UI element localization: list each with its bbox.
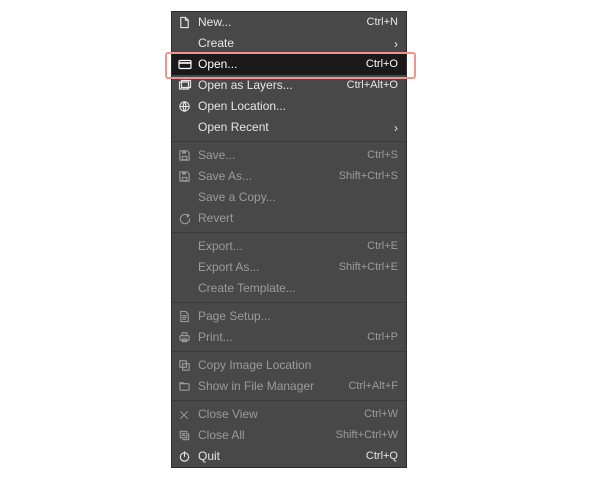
menu-item-label: Open Recent (198, 117, 394, 138)
no-icon (178, 240, 198, 254)
menu-item-label: Page Setup... (198, 306, 398, 327)
location-icon (178, 100, 198, 114)
print-icon (178, 331, 198, 345)
menu-item-label: Create Template... (198, 278, 398, 299)
menu-item-shortcut: Ctrl+N (367, 12, 398, 33)
close-icon (178, 408, 198, 422)
menu-item-label: New... (198, 12, 367, 33)
menu-item: Show in File ManagerCtrl+Alt+F (172, 376, 406, 397)
menu-item-shortcut: Shift+Ctrl+E (339, 257, 398, 278)
menu-item-label: Open as Layers... (198, 75, 347, 96)
menu-item[interactable]: QuitCtrl+Q (172, 446, 406, 467)
menu-item-shortcut: Ctrl+Alt+O (347, 75, 398, 96)
menu-item-label: Create (198, 33, 394, 54)
menu-item-shortcut: Ctrl+W (364, 404, 398, 425)
no-icon (178, 261, 198, 275)
no-icon (178, 282, 198, 296)
menu-item-shortcut: Shift+Ctrl+W (336, 425, 398, 446)
menu-item-shortcut: Ctrl+E (367, 236, 398, 257)
new-doc-icon (178, 16, 198, 30)
menu-item: Export...Ctrl+E (172, 236, 406, 257)
menu-item[interactable]: Open Recent› (172, 117, 406, 138)
open-icon (178, 58, 198, 72)
menu-separator (172, 302, 406, 303)
menu-item: Close AllShift+Ctrl+W (172, 425, 406, 446)
menu-item-shortcut: Shift+Ctrl+S (339, 166, 398, 187)
menu-item-label: Close All (198, 425, 336, 446)
menu-item-label: Save... (198, 145, 367, 166)
menu-item-shortcut: Ctrl+Q (366, 446, 398, 467)
chevron-right-icon: › (394, 122, 398, 134)
menu-item-shortcut: Ctrl+Alt+F (348, 376, 398, 397)
menu-item: Save As...Shift+Ctrl+S (172, 166, 406, 187)
menu-item: Save...Ctrl+S (172, 145, 406, 166)
menu-item-label: Open Location... (198, 96, 398, 117)
menu-item-label: Export As... (198, 257, 339, 278)
menu-separator (172, 351, 406, 352)
menu-item[interactable]: Open...Ctrl+O (172, 54, 406, 75)
menu-item-label: Save a Copy... (198, 187, 398, 208)
menu-item-shortcut: Ctrl+O (366, 54, 398, 75)
no-icon (178, 191, 198, 205)
save-as-icon (178, 170, 198, 184)
menu-item-label: Revert (198, 208, 398, 229)
menu-item-label: Save As... (198, 166, 339, 187)
menu-item: Save a Copy... (172, 187, 406, 208)
chevron-right-icon: › (394, 38, 398, 50)
menu-separator (172, 232, 406, 233)
menu-item: Print...Ctrl+P (172, 327, 406, 348)
layers-icon (178, 79, 198, 93)
menu-item-label: Print... (198, 327, 367, 348)
file-context-menu[interactable]: New...Ctrl+NCreate›Open...Ctrl+OOpen as … (172, 12, 406, 467)
menu-item: Create Template... (172, 278, 406, 299)
menu-item: Close ViewCtrl+W (172, 404, 406, 425)
revert-icon (178, 212, 198, 226)
menu-item-label: Open... (198, 54, 366, 75)
menu-separator (172, 141, 406, 142)
menu-item-shortcut: Ctrl+S (367, 145, 398, 166)
file-manager-icon (178, 380, 198, 394)
menu-item-label: Show in File Manager (198, 376, 348, 397)
menu-item: Export As...Shift+Ctrl+E (172, 257, 406, 278)
menu-item: Copy Image Location (172, 355, 406, 376)
close-all-icon (178, 429, 198, 443)
no-icon (178, 37, 198, 51)
menu-item[interactable]: Open as Layers...Ctrl+Alt+O (172, 75, 406, 96)
menu-item-label: Copy Image Location (198, 355, 398, 376)
copy-location-icon (178, 359, 198, 373)
quit-icon (178, 450, 198, 464)
menu-item: Page Setup... (172, 306, 406, 327)
menu-item: Revert (172, 208, 406, 229)
menu-item-label: Close View (198, 404, 364, 425)
menu-item[interactable]: New...Ctrl+N (172, 12, 406, 33)
menu-item[interactable]: Open Location... (172, 96, 406, 117)
menu-item[interactable]: Create› (172, 33, 406, 54)
no-icon (178, 121, 198, 135)
save-icon (178, 149, 198, 163)
page-setup-icon (178, 310, 198, 324)
menu-item-label: Quit (198, 446, 366, 467)
menu-separator (172, 400, 406, 401)
menu-item-label: Export... (198, 236, 367, 257)
menu-item-shortcut: Ctrl+P (367, 327, 398, 348)
